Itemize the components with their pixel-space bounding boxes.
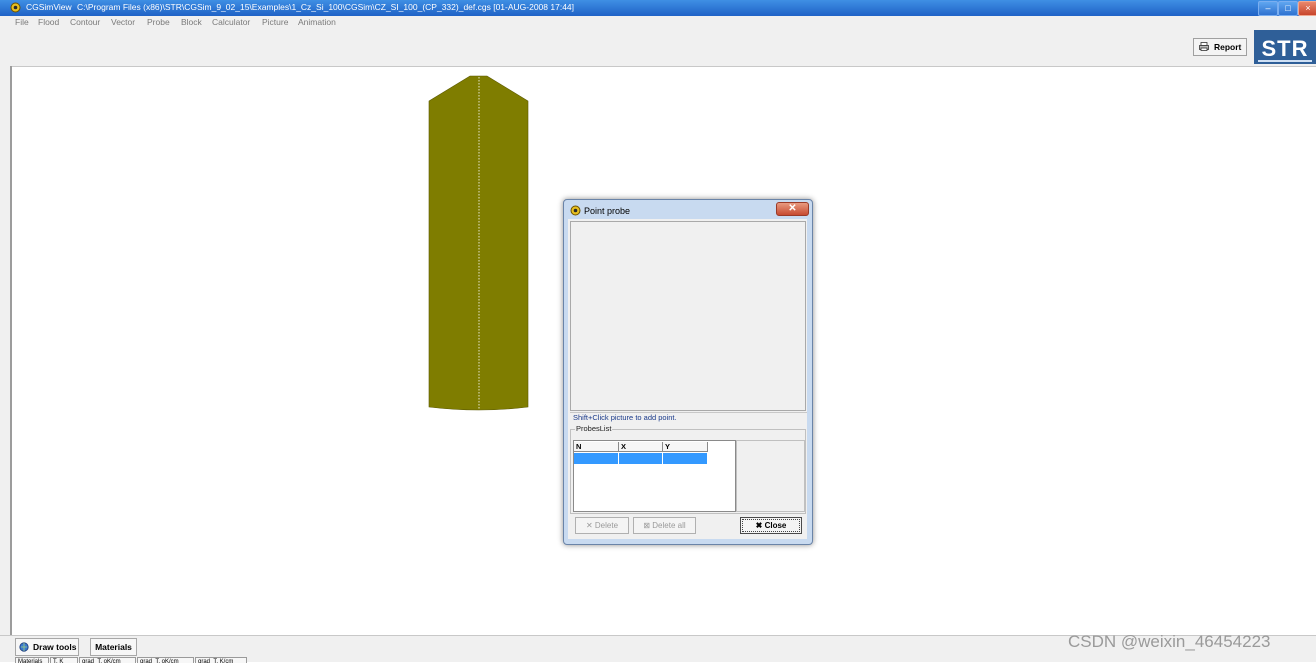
printer-icon: [1199, 42, 1209, 51]
dialog-title: Point probe: [584, 206, 631, 216]
menu-animation[interactable]: Animation: [298, 17, 336, 27]
table-row-selected-cell-x[interactable]: [619, 453, 663, 464]
report-label: Report: [1214, 42, 1242, 52]
globe-pencil-icon: [19, 642, 29, 652]
close-label: Close: [764, 521, 787, 530]
close-button[interactable]: ✖ Close: [740, 517, 802, 534]
delete-x-icon: ✕: [585, 521, 595, 530]
menu-flood[interactable]: Flood: [38, 17, 59, 27]
dialog-close-icon[interactable]: ✕: [776, 202, 809, 216]
delete-all-label: Delete all: [652, 521, 686, 530]
menu-block[interactable]: Block: [181, 17, 202, 27]
close-x-icon: ✖: [755, 521, 765, 530]
toolbar: Report: [0, 28, 1316, 67]
left-edge-strip: [0, 66, 10, 636]
probe-side-panel: [736, 440, 805, 512]
str-logo: STR: [1254, 30, 1316, 64]
menu-calculator[interactable]: Calculator: [212, 17, 250, 27]
window-title: CGSimView: [26, 2, 72, 12]
probes-table[interactable]: N X Y: [573, 440, 736, 512]
minimize-button[interactable]: –: [1258, 1, 1278, 16]
delete-button[interactable]: ✕ Delete: [575, 517, 629, 534]
menu-bar: File Flood Contour Vector Probe Block Ca…: [0, 16, 1316, 28]
menu-vector[interactable]: Vector: [111, 17, 135, 27]
probes-list-label: ProbesList: [575, 424, 613, 433]
menu-probe[interactable]: Probe: [147, 17, 170, 27]
materials-tab[interactable]: Materials: [90, 638, 137, 656]
column-header-x[interactable]: X: [619, 442, 663, 452]
hint-text: Shift+Click picture to add point.: [570, 412, 807, 423]
table-row-selected-cell-n[interactable]: [574, 453, 619, 464]
draw-tools-tab[interactable]: Draw tools: [15, 638, 79, 656]
dialog-body: Shift+Click picture to add point. Probes…: [568, 219, 807, 539]
window-file-path: C:\Program Files (x86)\STR\CGSim_9_02_15…: [77, 2, 575, 12]
delete-all-icon: ⊠: [643, 521, 653, 530]
subtab-materials[interactable]: Materials: [15, 657, 49, 663]
column-header-y[interactable]: Y: [663, 442, 708, 452]
menu-file[interactable]: File: [15, 17, 29, 27]
menu-contour[interactable]: Contour: [70, 17, 100, 27]
dialog-gear-icon: [570, 205, 581, 216]
menu-picture[interactable]: Picture: [262, 17, 288, 27]
watermark-text: CSDN @weixin_46454223: [1068, 632, 1271, 651]
title-bar: CGSimView C:\Program Files (x86)\STR\CGS…: [0, 0, 1316, 16]
column-header-n[interactable]: N: [574, 442, 619, 452]
report-button[interactable]: Report: [1193, 38, 1247, 56]
draw-tools-label: Draw tools: [33, 642, 77, 652]
logo-text: STR: [1261, 36, 1309, 61]
subtab-grad-t-2[interactable]: grad_T, oK/cm: [137, 657, 194, 663]
point-probe-dialog: Point probe ✕ Shift+Click picture to add…: [563, 199, 813, 545]
close-window-button[interactable]: ×: [1298, 1, 1316, 16]
subtab-grad-t-1[interactable]: grad_T, oK/cm: [79, 657, 136, 663]
app-gear-icon: [10, 2, 21, 13]
table-row-selected-cell-y[interactable]: [663, 453, 708, 464]
probe-picture-area[interactable]: [570, 221, 806, 411]
subtab-grad-t-3[interactable]: grad_T, K/cm: [195, 657, 247, 663]
probes-list-group: ProbesList N X Y: [570, 424, 806, 514]
subtab-temperature[interactable]: T, K: [50, 657, 78, 663]
crystal-shape: [428, 75, 529, 411]
delete-all-button[interactable]: ⊠ Delete all: [633, 517, 696, 534]
maximize-button[interactable]: □: [1278, 1, 1298, 16]
delete-label: Delete: [594, 521, 619, 530]
logo-underline: [1258, 60, 1312, 62]
